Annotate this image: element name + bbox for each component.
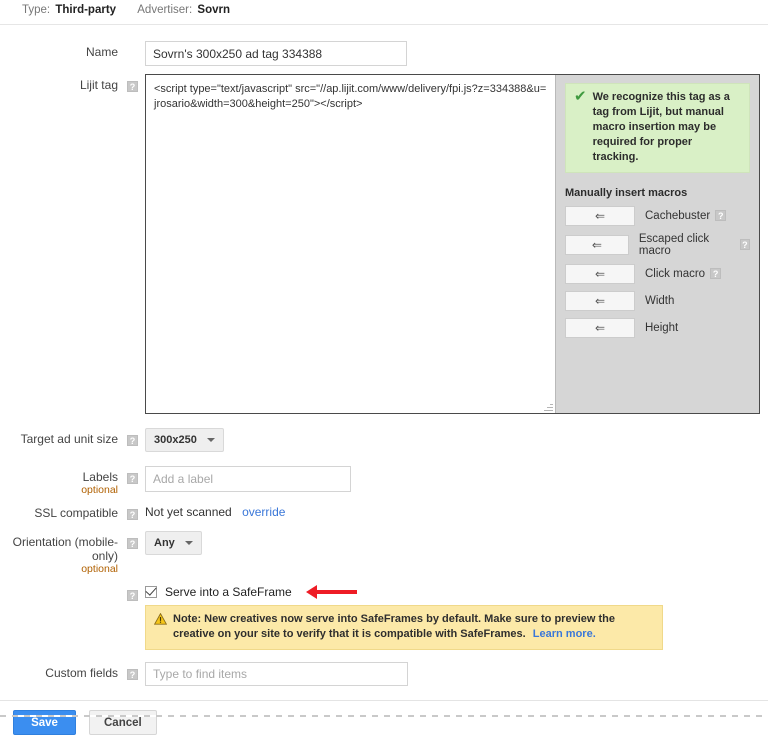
safeframe-checkbox-label[interactable]: Serve into a SafeFrame <box>165 585 292 599</box>
field-row-orientation: Orientation (mobile-only) optional ? Any <box>0 531 768 575</box>
advertiser-value: Sovrn <box>197 4 231 16</box>
lijit-tag-code: <script type="text/javascript" src="//ap… <box>154 83 547 110</box>
macro-label-width: Width <box>645 295 675 307</box>
labels-help-icon[interactable]: ? <box>127 473 138 485</box>
left-arrow-icon: ⇐ <box>594 267 606 281</box>
macro-label-height: Height <box>645 322 679 334</box>
name-label: Name <box>85 45 118 59</box>
lijit-tag-label: Lijit tag <box>79 78 118 92</box>
field-row-lijit-tag: Lijit tag ? <script type="text/javascrip… <box>0 74 768 414</box>
ssl-status-text: Not yet scanned <box>145 505 232 519</box>
chevron-down-icon <box>206 438 215 442</box>
record-summary-header: Type: Third-party Advertiser: Sovrn <box>0 0 768 21</box>
cancel-button[interactable]: Cancel <box>89 710 157 735</box>
lijit-tag-textarea[interactable]: <script type="text/javascript" src="//ap… <box>146 75 556 413</box>
orientation-optional-text: optional <box>81 563 118 575</box>
field-row-safeframe: ? Serve into a SafeFrame Note: New creat… <box>0 583 768 650</box>
macro-label-click-macro: Click macro <box>645 268 706 280</box>
macro-panel: ✔ We recognize this tag as a tag from Li… <box>556 75 759 413</box>
insert-click-macro-button[interactable]: ⇐ <box>565 264 635 284</box>
insert-width-button[interactable]: ⇐ <box>565 291 635 311</box>
target-ad-unit-size-label: Target ad unit size <box>20 432 118 446</box>
safeframe-learn-more-link[interactable]: Learn more. <box>533 628 596 640</box>
target-ad-unit-size-help-icon[interactable]: ? <box>127 435 138 447</box>
lijit-tag-container: <script type="text/javascript" src="//ap… <box>145 74 760 414</box>
orientation-label: Orientation (mobile-only) optional <box>0 531 122 575</box>
insert-escaped-click-macro-button[interactable]: ⇐ <box>565 235 629 255</box>
safeframe-label-spacer <box>0 583 122 587</box>
lijit-tag-help-icon[interactable]: ? <box>127 81 138 93</box>
cachebuster-help-icon[interactable]: ? <box>715 209 727 221</box>
ssl-override-link[interactable]: override <box>242 505 285 519</box>
left-arrow-icon: ⇐ <box>594 294 606 308</box>
form-actions: Save Cancel <box>0 701 768 735</box>
type-group: Type: Third-party <box>22 4 119 16</box>
name-help-spacer <box>122 41 145 46</box>
target-ad-unit-size-value: 300x250 <box>154 434 197 446</box>
custom-fields-input[interactable] <box>145 662 408 686</box>
field-row-target-ad-unit-size: Target ad unit size ? 300x250 <box>0 428 768 452</box>
custom-fields-label: Custom fields <box>45 666 118 680</box>
field-row-custom-fields: Custom fields ? <box>0 662 768 686</box>
left-arrow-icon: ⇐ <box>594 209 606 223</box>
orientation-value: Any <box>154 537 175 549</box>
field-row-labels: Labels optional ? <box>0 466 768 496</box>
ssl-compatible-help-icon[interactable]: ? <box>127 509 138 521</box>
escaped-click-macro-help-icon[interactable]: ? <box>739 238 750 250</box>
tag-recognized-text: We recognize this tag as a tag from Liji… <box>592 91 730 163</box>
advertiser-group: Advertiser: Sovrn <box>137 4 230 16</box>
ssl-compatible-label: SSL compatible <box>34 506 118 520</box>
safeframe-checkbox-row: Serve into a SafeFrame <box>145 583 768 599</box>
macro-row-escaped-click-macro: ⇐ Escaped click macro ? <box>565 233 750 257</box>
checkmark-icon: ✔ <box>574 88 587 105</box>
creative-form: Name Lijit tag ? <script type="text/java… <box>0 25 768 686</box>
macros-title: Manually insert macros <box>565 187 688 199</box>
labels-label: Labels optional <box>0 466 122 496</box>
name-input[interactable] <box>145 41 407 66</box>
field-row-name: Name <box>0 41 768 66</box>
left-arrow-icon: ⇐ <box>591 238 602 252</box>
macro-label-cachebuster: Cachebuster <box>645 210 711 222</box>
save-button[interactable]: Save <box>13 710 76 735</box>
macro-row-height: ⇐ Height <box>565 318 750 338</box>
macro-row-click-macro: ⇐ Click macro ? <box>565 264 750 284</box>
resize-handle-icon[interactable] <box>544 402 553 411</box>
chevron-down-icon <box>184 541 193 545</box>
click-macro-help-icon[interactable]: ? <box>710 267 722 279</box>
insert-cachebuster-button[interactable]: ⇐ <box>565 206 635 226</box>
labels-input[interactable] <box>145 466 351 492</box>
safeframe-note: Note: New creatives now serve into SafeF… <box>145 605 663 650</box>
type-value: Third-party <box>55 4 117 16</box>
macro-row-cachebuster: ⇐ Cachebuster ? <box>565 206 750 226</box>
safeframe-help-icon[interactable]: ? <box>127 590 138 602</box>
annotation-arrow-icon <box>305 585 357 599</box>
orientation-dropdown[interactable]: Any <box>145 531 202 555</box>
macro-row-width: ⇐ Width <box>565 291 750 311</box>
orientation-label-text: Orientation (mobile-only) <box>12 535 118 563</box>
insert-height-button[interactable]: ⇐ <box>565 318 635 338</box>
macro-label-escaped-click-macro: Escaped click macro <box>638 233 710 257</box>
custom-fields-help-icon[interactable]: ? <box>127 669 138 681</box>
field-row-ssl-compatible: SSL compatible ? Not yet scanned overrid… <box>0 502 768 521</box>
labels-optional-text: optional <box>81 484 118 496</box>
warning-icon <box>154 613 167 625</box>
left-arrow-icon: ⇐ <box>594 321 606 335</box>
advertiser-label: Advertiser: <box>137 4 193 16</box>
orientation-help-icon[interactable]: ? <box>127 538 138 550</box>
tag-recognized-notice: ✔ We recognize this tag as a tag from Li… <box>565 83 750 173</box>
safeframe-checkbox[interactable] <box>145 586 157 598</box>
labels-label-text: Labels <box>82 470 118 484</box>
type-label: Type: <box>22 4 51 16</box>
target-ad-unit-size-dropdown[interactable]: 300x250 <box>145 428 224 452</box>
